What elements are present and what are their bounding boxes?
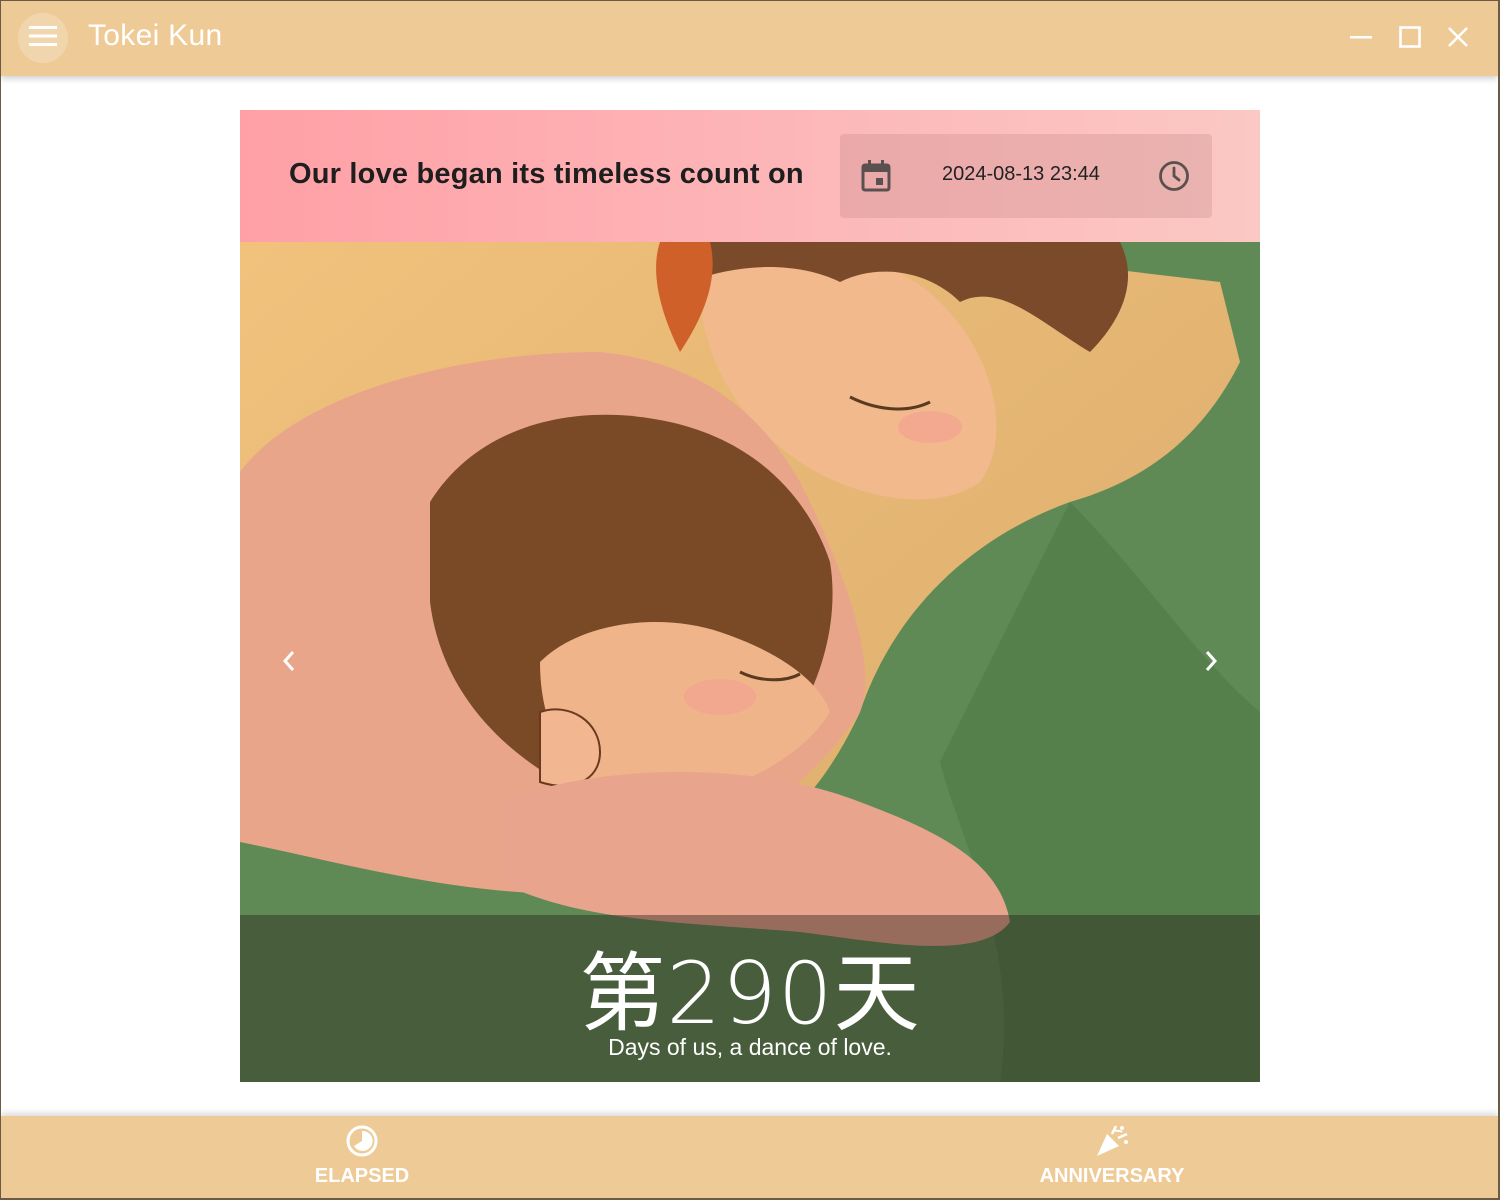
minimize-button[interactable]: [1341, 19, 1381, 59]
menu-button[interactable]: [18, 13, 68, 63]
card-header: Our love began its timeless count on 202…: [240, 110, 1260, 242]
next-photo-button[interactable]: [1189, 639, 1233, 683]
chevron-left-icon: [282, 650, 296, 672]
maximize-icon: [1399, 25, 1421, 53]
elapsed-timer-icon: [345, 1124, 379, 1163]
app-title: Tokei Kun: [88, 19, 223, 52]
nav-elapsed-label: ELAPSED: [314, 1165, 410, 1187]
elapsed-days-overlay: 第290天 Days of us, a dance of love.: [240, 915, 1260, 1082]
elapsed-caption: Days of us, a dance of love.: [608, 1034, 892, 1060]
elapsed-day-count: 第290天: [579, 944, 921, 1044]
start-datetime-value: 2024-08-13 23:44: [942, 163, 1100, 185]
minimize-icon: [1350, 26, 1372, 53]
start-datetime-field[interactable]: 2024-08-13 23:44: [840, 134, 1212, 218]
close-button[interactable]: [1438, 19, 1478, 59]
previous-photo-button[interactable]: [267, 639, 311, 683]
nav-anniversary-label: ANNIVERSARY: [1039, 1165, 1185, 1187]
close-icon: [1447, 26, 1469, 53]
maximize-button[interactable]: [1390, 19, 1430, 59]
bottom-navigation: ELAPSED ANNIVERSARY: [1, 1116, 1498, 1198]
clock-icon[interactable]: [1158, 160, 1190, 197]
nav-elapsed[interactable]: ELAPSED: [212, 1116, 512, 1198]
hamburger-menu-icon: [29, 25, 57, 51]
title-bar: Tokei Kun: [1, 1, 1498, 76]
start-date-heading: Our love began its timeless count on: [289, 158, 804, 190]
party-popper-icon: [1094, 1124, 1130, 1163]
app-window: Tokei Kun Our love began its timeless co…: [1, 1, 1498, 1198]
calendar-icon[interactable]: [860, 159, 892, 198]
chevron-right-icon: [1204, 650, 1218, 672]
anniversary-card: Our love began its timeless count on 202…: [240, 110, 1260, 1082]
nav-anniversary[interactable]: ANNIVERSARY: [962, 1116, 1262, 1198]
